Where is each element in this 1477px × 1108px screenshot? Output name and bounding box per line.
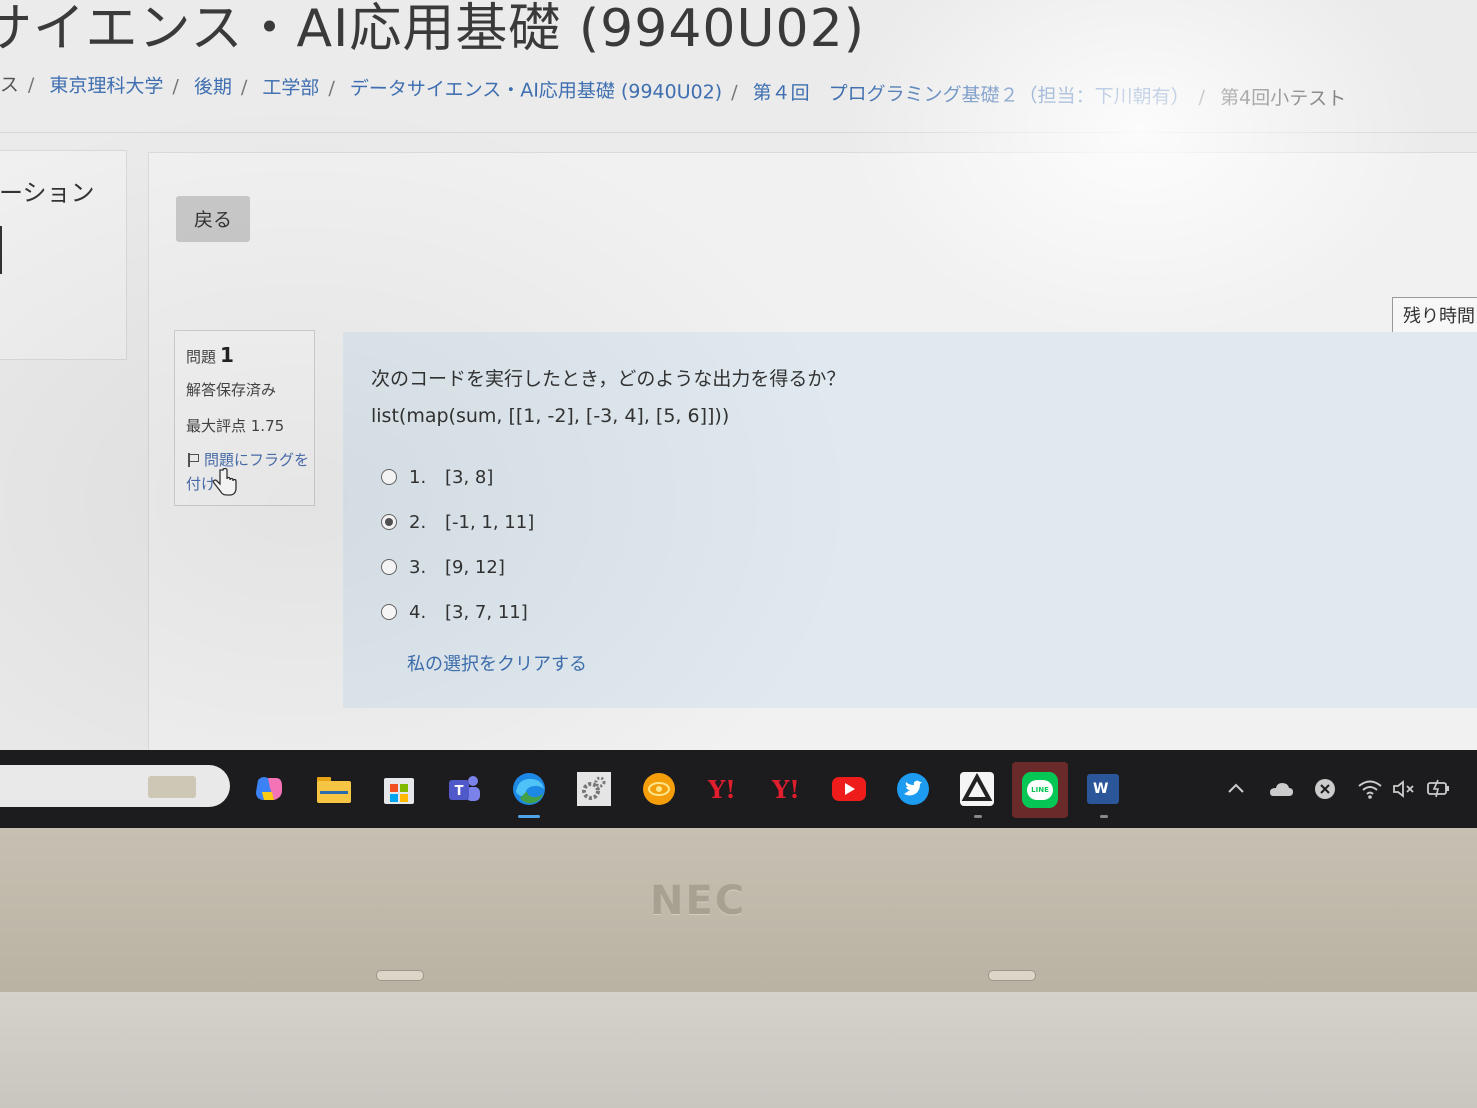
breadcrumb-faculty[interactable]: 工学部: [262, 77, 319, 100]
header-divider: [0, 132, 1477, 133]
breadcrumb-section[interactable]: 第４回 プログラミング基礎２（担当：下川朝有）: [752, 82, 1189, 109]
answer-option-4[interactable]: 4. [3, 7, 11]: [381, 602, 528, 623]
battery-charging-icon[interactable]: [1426, 778, 1452, 798]
hand-cursor-icon: [212, 468, 237, 496]
microsoft-store-icon[interactable]: [380, 770, 418, 808]
settings-gear-icon[interactable]: [575, 770, 613, 808]
yahoo-icon[interactable]: Y!: [703, 770, 741, 808]
radio-button[interactable]: [381, 559, 397, 575]
timer-box: 残り時間: [1392, 297, 1477, 337]
word-label: W: [1087, 774, 1119, 804]
flag-question-link[interactable]: 問題にフラグを付ける: [186, 448, 310, 496]
browser-screen: サイエンス・AI応用基礎 (9940U02) ス / 東京理科大学 / 後期 / 工学…: [0, 0, 1477, 750]
twitter-icon[interactable]: [894, 770, 932, 808]
line-icon[interactable]: LINE: [1012, 762, 1068, 818]
question-max-mark: 最大評点 1.75: [186, 417, 285, 435]
hinge-right: [988, 970, 1036, 981]
active-indicator: [518, 815, 540, 818]
running-indicator: [1100, 815, 1108, 818]
navigation-title: ーション: [0, 179, 95, 207]
laptop-bezel: NEC: [0, 828, 1477, 998]
onedrive-cloud-icon[interactable]: [1268, 780, 1294, 798]
question-state: 解答保存済み: [186, 381, 277, 399]
search-highlight-image: [148, 776, 196, 798]
volume-muted-icon[interactable]: [1392, 779, 1416, 799]
radio-button[interactable]: [381, 604, 397, 620]
question-text: 次のコードを実行したとき，どのような出力を得るか？: [371, 368, 846, 390]
hinge-left: [376, 970, 424, 981]
breadcrumb-term[interactable]: 後期: [194, 76, 232, 98]
taskbar-search-box[interactable]: [0, 765, 230, 807]
copilot-icon[interactable]: [250, 770, 288, 808]
back-button[interactable]: 戻る: [176, 196, 250, 242]
taskbar: T Y! Y! LINE W: [0, 750, 1477, 828]
triangle-app-icon[interactable]: [958, 770, 996, 818]
question-info-panel: 問題 1 解答保存済み 最大評点 1.75 問題にフラグを付ける: [174, 330, 315, 506]
close-circle-icon[interactable]: [1313, 777, 1337, 801]
radio-button[interactable]: [381, 469, 397, 485]
clear-choice-link[interactable]: 私の選択をクリアする: [407, 650, 587, 676]
yahoo-icon-2[interactable]: Y!: [767, 770, 805, 808]
svg-text:T: T: [455, 784, 464, 799]
answer-option-2[interactable]: 2. [-1, 1, 11]: [381, 512, 534, 533]
teams-icon[interactable]: T: [445, 770, 483, 808]
answer-option-3[interactable]: 3. [9, 12]: [381, 557, 505, 578]
file-explorer-icon[interactable]: [315, 770, 353, 808]
chevron-up-icon[interactable]: [1226, 780, 1246, 796]
radio-button-selected[interactable]: [381, 514, 397, 530]
question-code: list(map(sum, [[1, -2], [-3, 4], [5, 6]]…: [371, 405, 730, 427]
running-indicator: [974, 815, 982, 818]
course-title: サイエンス・AI応用基礎 (9940U02): [0, 0, 866, 59]
navigation-indicator: [0, 226, 2, 274]
flag-icon: [186, 453, 200, 467]
word-icon[interactable]: W: [1084, 770, 1122, 818]
orange-app-icon[interactable]: [640, 770, 678, 808]
edge-icon[interactable]: [510, 770, 548, 818]
quiz-navigation-block: ーション: [0, 150, 127, 360]
youtube-icon[interactable]: [830, 770, 868, 808]
breadcrumb-lead: ス: [0, 74, 20, 97]
breadcrumb-course[interactable]: データサイエンス・AI応用基礎 (9940U02): [350, 78, 723, 104]
nec-logo: NEC: [650, 878, 747, 924]
breadcrumb-quiz: 第4回小テスト: [1219, 86, 1347, 111]
answer-option-1[interactable]: 1. [3, 8]: [381, 467, 493, 488]
breadcrumb: ス / 東京理科大学 / 後期 / 工学部 / データサイエンス・AI応用基礎 (994…: [0, 74, 1347, 111]
breadcrumb-university[interactable]: 東京理科大学: [49, 75, 163, 98]
line-label: LINE: [1027, 780, 1053, 800]
laptop-base: [0, 992, 1477, 1108]
question-content: 次のコードを実行したとき，どのような出力を得るか？ list(map(sum, …: [343, 332, 1477, 708]
wifi-icon[interactable]: [1357, 778, 1383, 800]
question-number: 問題 1: [186, 343, 234, 367]
